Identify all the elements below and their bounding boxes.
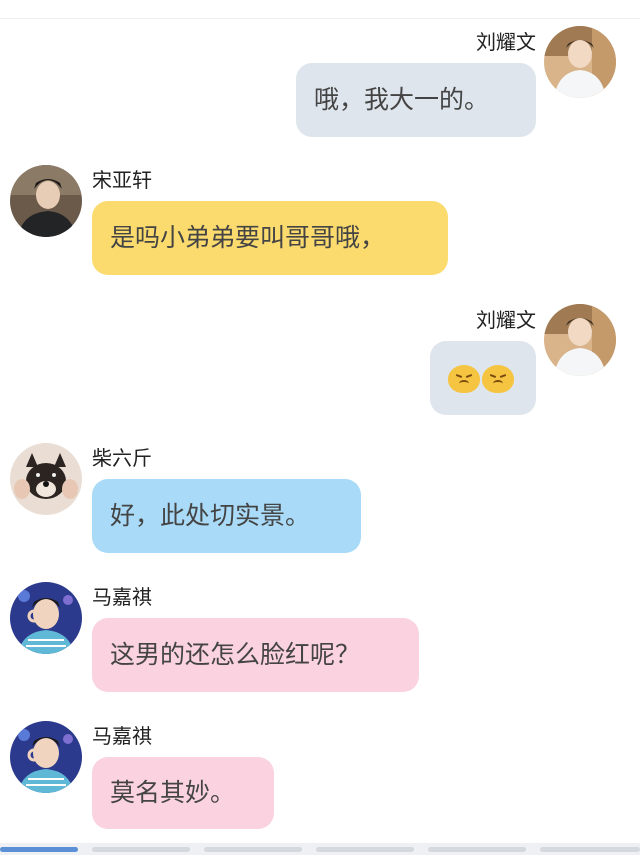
avatar[interactable]	[544, 304, 616, 376]
toolbar-tab[interactable]	[204, 847, 302, 852]
bottom-toolbar	[0, 843, 640, 855]
message-bubble[interactable]: 这男的还怎么脸红呢？	[92, 618, 419, 692]
avatar[interactable]	[10, 165, 82, 237]
message-bubble[interactable]: 哦，我大一的。	[296, 63, 536, 137]
top-divider	[0, 18, 640, 19]
message-bubble[interactable]: 好，此处切实景。	[92, 479, 361, 553]
avatar-person-icon	[10, 582, 82, 654]
message-bubble[interactable]: 是吗小弟弟要叫哥哥哦，	[92, 201, 448, 275]
pouting-face-icon	[482, 365, 514, 393]
toolbar-tab[interactable]	[92, 847, 190, 852]
message-bubble[interactable]: 莫名其妙。	[92, 757, 274, 829]
avatar[interactable]	[10, 443, 82, 515]
avatar-person-icon	[10, 165, 82, 237]
toolbar-tab[interactable]	[316, 847, 414, 852]
avatar-person-icon	[544, 26, 616, 98]
avatar-dog-icon	[10, 443, 82, 515]
avatar[interactable]	[10, 582, 82, 654]
sender-name: 刘耀文	[476, 30, 536, 54]
toolbar-tab[interactable]	[540, 847, 640, 852]
toolbar-tab[interactable]	[428, 847, 526, 852]
sender-name: 宋亚轩	[92, 168, 152, 192]
pouting-face-icon	[448, 365, 480, 393]
sender-name: 马嘉祺	[92, 585, 152, 609]
avatar[interactable]	[10, 721, 82, 793]
toolbar-tab[interactable]	[0, 847, 78, 852]
sender-name: 柴六斤	[92, 446, 152, 470]
sender-name: 刘耀文	[476, 308, 536, 332]
avatar-person-icon	[10, 721, 82, 793]
sender-name: 马嘉祺	[92, 724, 152, 748]
avatar[interactable]	[544, 26, 616, 98]
message-bubble[interactable]	[430, 341, 536, 415]
avatar-person-icon	[544, 304, 616, 376]
